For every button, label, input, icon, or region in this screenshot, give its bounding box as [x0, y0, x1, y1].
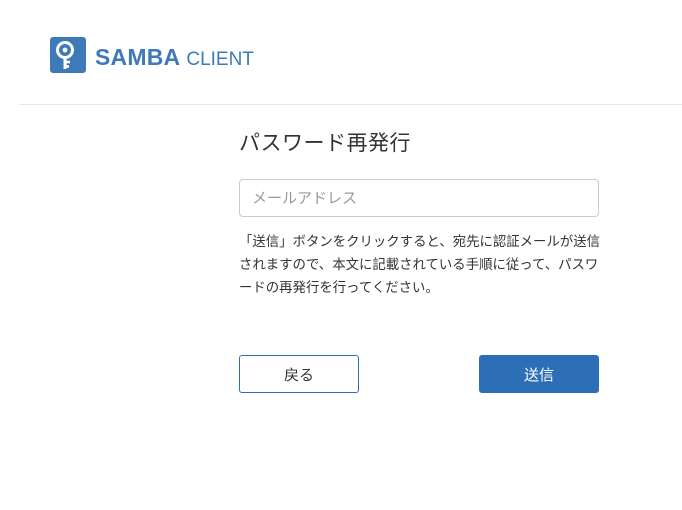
header: SAMBA CLIENT [0, 0, 682, 104]
password-reset-page: SAMBACLIENT パスワード再発行 「送信」ボタンをクリックすると、宛先に… [0, 0, 682, 510]
send-button[interactable]: 送信 [479, 355, 599, 393]
instruction-text: 「送信」ボタンをクリックすると、宛先に認証メールが送信されますので、本文に記載さ… [239, 235, 601, 296]
brand-name-sub: CLIENT [186, 48, 254, 70]
brand-logo: SAMBA CLIENT [50, 37, 254, 73]
back-button[interactable]: 戻る [239, 355, 359, 393]
email-input[interactable] [239, 179, 599, 217]
page-title: パスワード再発行 [239, 131, 411, 155]
reset-form: パスワード再発行 「送信」ボタンをクリックすると、宛先に認証メールが送信されます… [239, 128, 600, 393]
key-icon [50, 37, 86, 73]
brand-name-main: SAMBA [95, 43, 181, 70]
header-divider [19, 104, 682, 105]
brand-name: SAMBA CLIENT [95, 43, 254, 70]
